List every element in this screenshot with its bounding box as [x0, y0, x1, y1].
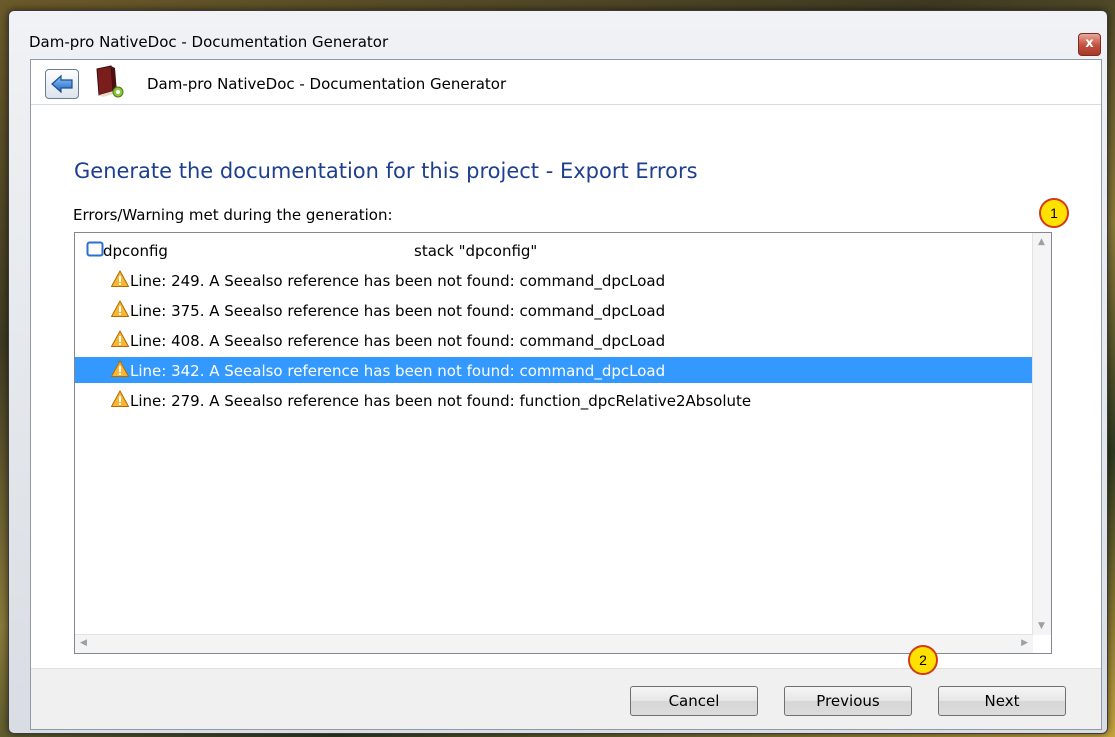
warning-text: Line: 375. A Seealso reference has been …	[130, 302, 666, 320]
book-icon	[96, 65, 124, 98]
navigation-bar: Dam-pro NativeDoc - Documentation Genera…	[31, 60, 1101, 105]
stack-icon	[86, 241, 104, 257]
callout-badge-1: 1	[1039, 198, 1069, 228]
scroll-right-icon[interactable]: ▶	[1021, 638, 1028, 648]
back-arrow-icon	[51, 74, 73, 94]
close-icon: x	[1085, 36, 1094, 51]
warning-icon	[111, 330, 129, 347]
errors-listbox[interactable]: dpconfig stack "dpconfig" Line: 249. A S…	[74, 232, 1052, 654]
list-item[interactable]: Line: 375. A Seealso reference has been …	[75, 297, 1033, 323]
next-button[interactable]: Next	[938, 686, 1066, 716]
title-bar[interactable]: Dam-pro NativeDoc - Documentation Genera…	[9, 11, 1107, 59]
warning-text: Line: 279. A Seealso reference has been …	[130, 392, 752, 410]
scroll-left-icon[interactable]: ◀	[80, 638, 87, 648]
close-button[interactable]: x	[1078, 33, 1101, 56]
list-item-root[interactable]: dpconfig stack "dpconfig"	[75, 237, 1033, 263]
vertical-scrollbar[interactable]: ▲ ▼	[1032, 233, 1051, 635]
warning-icon	[111, 270, 129, 287]
scrollbar-corner	[1033, 635, 1051, 653]
list-item[interactable]: Line: 279. A Seealso reference has been …	[75, 387, 1033, 413]
warning-text: Line: 408. A Seealso reference has been …	[130, 332, 666, 350]
dialog-window: Dam-pro NativeDoc - Documentation Genera…	[8, 10, 1108, 734]
cancel-button[interactable]: Cancel	[630, 686, 758, 716]
list-item-selected[interactable]: Line: 342. A Seealso reference has been …	[75, 357, 1033, 383]
root-detail: stack "dpconfig"	[414, 242, 538, 260]
window-title: Dam-pro NativeDoc - Documentation Genera…	[29, 33, 389, 51]
list-item[interactable]: Line: 249. A Seealso reference has been …	[75, 267, 1033, 293]
warning-icon	[111, 390, 129, 407]
nav-title: Dam-pro NativeDoc - Documentation Genera…	[147, 75, 507, 93]
page-title: Generate the documentation for this proj…	[74, 159, 698, 183]
wizard-content: Dam-pro NativeDoc - Documentation Genera…	[30, 59, 1102, 730]
list-item[interactable]: Line: 408. A Seealso reference has been …	[75, 327, 1033, 353]
warning-text: Line: 342. A Seealso reference has been …	[130, 362, 666, 380]
warning-icon	[111, 360, 129, 377]
previous-button[interactable]: Previous	[784, 686, 912, 716]
root-name: dpconfig	[103, 242, 168, 260]
callout-badge-2: 2	[908, 645, 938, 675]
horizontal-scrollbar[interactable]: ◀ ▶	[75, 634, 1033, 653]
wizard-footer: Cancel Previous Next	[31, 668, 1101, 729]
scroll-up-icon[interactable]: ▲	[1038, 237, 1045, 247]
warning-text: Line: 249. A Seealso reference has been …	[130, 272, 666, 290]
errors-list-label: Errors/Warning met during the generation…	[73, 206, 393, 224]
scroll-down-icon[interactable]: ▼	[1038, 621, 1045, 631]
warning-icon	[111, 300, 129, 317]
errors-list-rows: dpconfig stack "dpconfig" Line: 249. A S…	[75, 233, 1033, 635]
back-button[interactable]	[45, 69, 79, 99]
